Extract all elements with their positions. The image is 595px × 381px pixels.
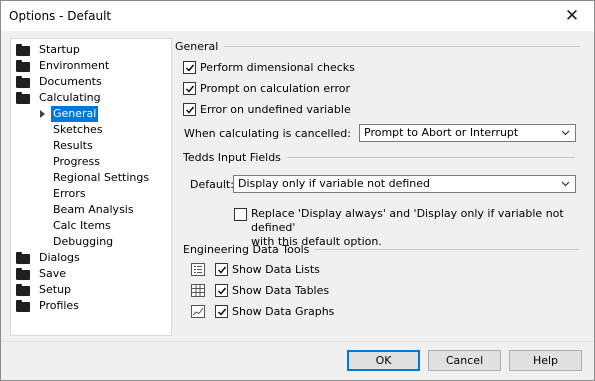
folder-icon [16, 252, 30, 264]
tree-item-label: Documents [39, 75, 102, 88]
checkmark-icon [217, 308, 226, 316]
tree-item-label: Calc Items [53, 219, 111, 232]
checkbox[interactable] [183, 82, 196, 95]
show-data-lists-row[interactable]: Show Data Lists [191, 263, 320, 276]
button-label: OK [375, 354, 392, 367]
tree-item-label: Startup [39, 43, 80, 56]
tree-item-label: Profiles [39, 299, 79, 312]
help-button[interactable]: Help [509, 350, 582, 371]
divider [286, 157, 575, 158]
tree-item-label: Sketches [53, 123, 103, 136]
perform-dimensional-checks-row[interactable]: Perform dimensional checks [183, 61, 355, 74]
tree-item-label: Beam Analysis [53, 203, 134, 216]
checkmark-icon [185, 106, 194, 114]
tree-item-label: Progress [53, 155, 100, 168]
tree-item-label: Results [53, 139, 93, 152]
folder-icon [16, 44, 30, 56]
footer-divider [1, 341, 594, 342]
ok-button[interactable]: OK [347, 350, 420, 371]
show-data-graphs-row[interactable]: Show Data Graphs [191, 305, 334, 318]
checkbox-label: Show Data Graphs [232, 305, 335, 318]
divider [315, 249, 580, 250]
default-label: Default: [190, 178, 234, 191]
folder-icon [16, 284, 30, 296]
tree-item-label: Calculating [39, 91, 101, 104]
engineering-section-header: Engineering Data Tools [183, 243, 580, 256]
select-value: Prompt to Abort or Interrupt [364, 126, 519, 139]
section-title: General [175, 40, 219, 53]
folder-icon [16, 76, 30, 88]
folder-icon [16, 60, 30, 72]
checkbox[interactable] [234, 208, 247, 221]
tree-item-label: Save [39, 267, 67, 280]
button-label: Help [532, 354, 559, 367]
chevron-down-icon [561, 130, 570, 136]
folder-icon [16, 300, 30, 312]
checkbox-label: Show Data Tables [232, 284, 330, 297]
select-value: Display only if variable not defined [238, 177, 431, 190]
cancel-button[interactable]: Cancel [428, 350, 501, 371]
chevron-down-icon [561, 181, 570, 187]
replace-label-line1: Replace 'Display always' and 'Display on… [251, 207, 564, 234]
checkmark-icon [185, 64, 194, 72]
checkbox-label: Show Data Lists [232, 263, 320, 276]
checkbox[interactable] [215, 263, 228, 276]
tedds-input-section-header: Tedds Input Fields [183, 151, 575, 164]
button-label: Cancel [445, 354, 484, 367]
checkbox[interactable] [183, 61, 196, 74]
general-section-header: General [175, 40, 581, 53]
checkbox-label: Prompt on calculation error [200, 82, 351, 95]
folder-icon [16, 92, 30, 104]
folder-icon [16, 268, 30, 280]
cancel-behavior-select[interactable]: Prompt to Abort or Interrupt [359, 124, 576, 142]
prompt-on-calculation-error-row[interactable]: Prompt on calculation error [183, 82, 350, 95]
data-table-icon [191, 284, 205, 297]
cancel-behavior-label: When calculating is cancelled: [184, 127, 351, 140]
window-title: Options - Default [9, 9, 112, 23]
error-on-undefined-variable-row[interactable]: Error on undefined variable [183, 103, 351, 116]
title-bar: Options - Default ✕ [1, 1, 594, 31]
data-list-icon [191, 263, 205, 276]
checkbox[interactable] [215, 305, 228, 318]
options-dialog: Options - Default ✕ Startup Environment … [0, 0, 595, 381]
tree-item-label: Regional Settings [53, 171, 150, 184]
section-title: Tedds Input Fields [183, 151, 281, 164]
data-graph-icon [191, 305, 205, 318]
default-input-select[interactable]: Display only if variable not defined [233, 175, 576, 193]
checkbox[interactable] [183, 103, 196, 116]
checkmark-icon [185, 85, 194, 93]
tree-item-label: Environment [39, 59, 110, 72]
tree-item-label: Dialogs [39, 251, 80, 264]
tree-item-label: General [51, 106, 99, 122]
checkbox-label: Error on undefined variable [200, 103, 351, 116]
checkmark-icon [217, 266, 226, 274]
section-title: Engineering Data Tools [183, 243, 310, 256]
options-tree[interactable]: Startup Environment Documents Calculatin… [10, 38, 172, 336]
tree-item-label: Debugging [53, 235, 114, 248]
tree-item-label: Setup [39, 283, 72, 296]
show-data-tables-row[interactable]: Show Data Tables [191, 284, 329, 297]
expand-arrow-icon [40, 110, 45, 118]
tree-item-label: Errors [53, 187, 86, 200]
checkbox-label: Perform dimensional checks [200, 61, 355, 74]
close-icon: ✕ [564, 6, 580, 26]
close-button[interactable]: ✕ [550, 1, 594, 31]
checkmark-icon [217, 287, 226, 295]
divider [224, 46, 581, 47]
checkbox[interactable] [215, 284, 228, 297]
